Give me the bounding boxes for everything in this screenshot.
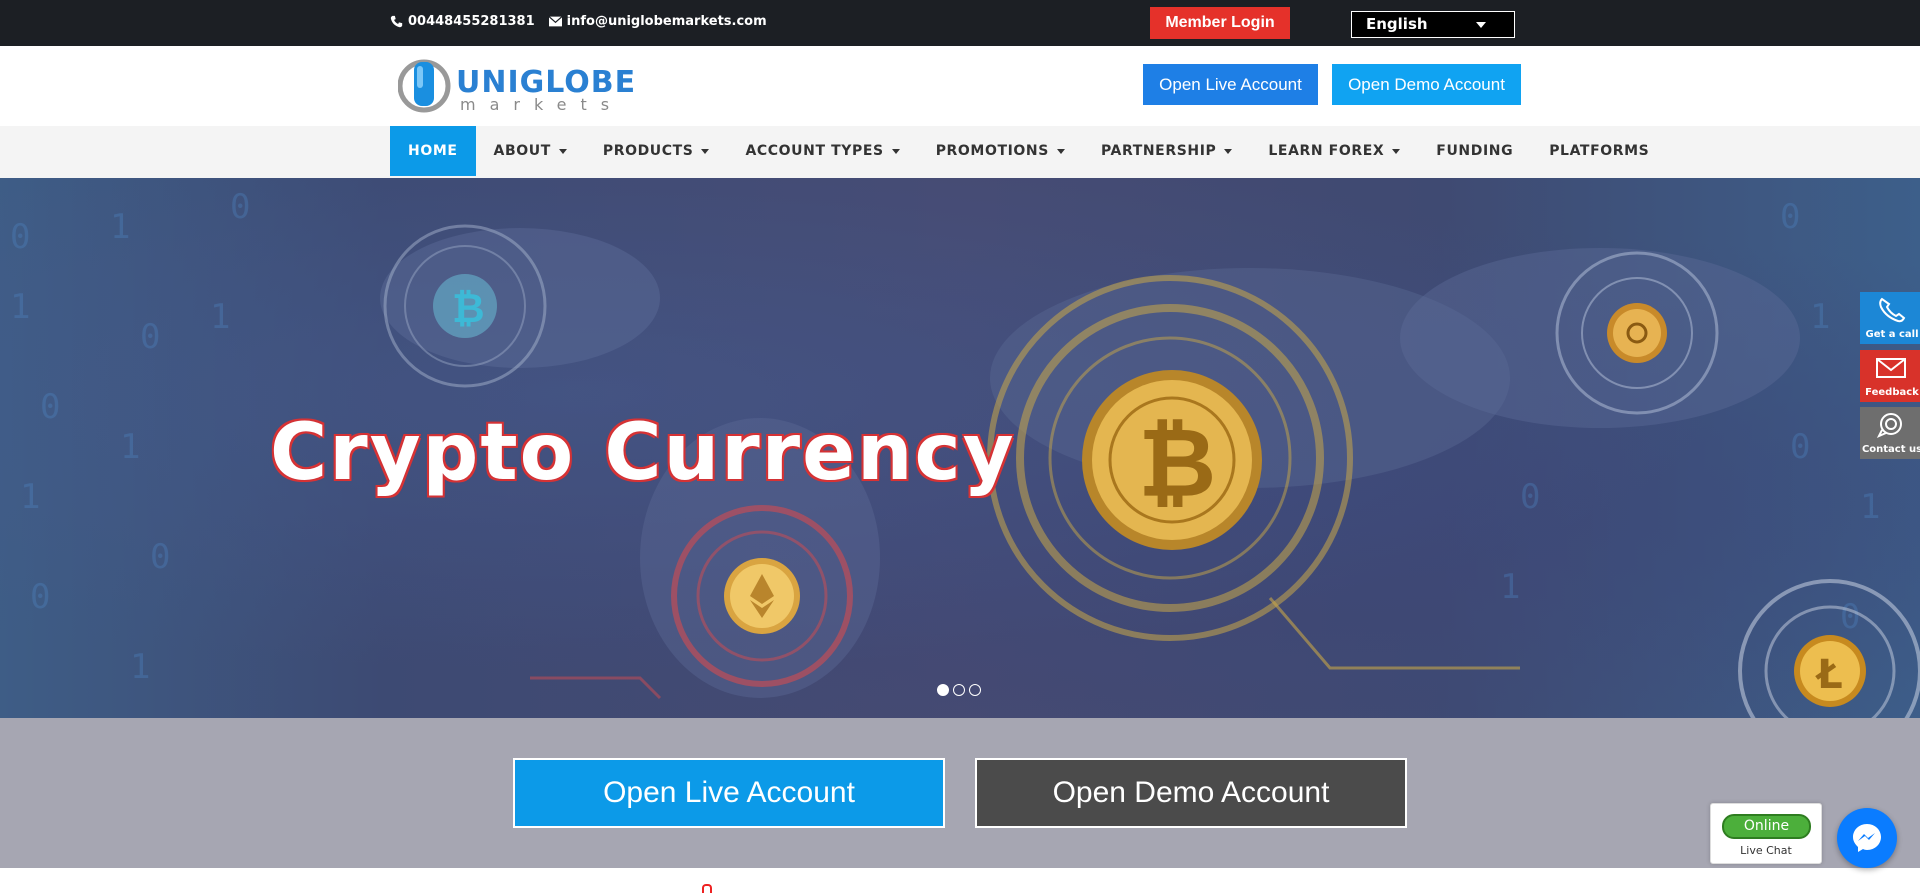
svg-text:₿: ₿ <box>1138 407 1216 519</box>
nav-item-platforms[interactable]: PLATFORMS <box>1531 126 1667 176</box>
cta-band: Open Live Account Open Demo Account <box>0 718 1920 868</box>
svg-text:0: 0 <box>230 187 250 227</box>
svg-text:0: 0 <box>150 537 170 577</box>
phone-icon <box>390 15 403 28</box>
live-chat-widget[interactable]: Online Live Chat <box>1710 803 1822 864</box>
nav-item-funding[interactable]: FUNDING <box>1418 126 1531 176</box>
caret-down-icon <box>1392 148 1401 154</box>
header-open-live-account-button[interactable]: Open Live Account <box>1143 64 1318 105</box>
svg-text:1: 1 <box>110 207 130 247</box>
ripple-coin-icon <box>1555 251 1719 415</box>
svg-text:₿: ₿ <box>452 286 485 332</box>
caret-down-icon <box>701 148 710 154</box>
envelope-icon <box>548 16 562 27</box>
chat-bubble-icon <box>1876 413 1902 438</box>
content-area <box>0 868 1920 893</box>
slider-dot[interactable] <box>937 684 949 696</box>
nav-item-learn-forex[interactable]: LEARN FOREX <box>1250 126 1418 176</box>
phone-contact[interactable]: 00448455281381 <box>390 14 535 29</box>
feedback-widget[interactable]: Feedback <box>1860 350 1920 402</box>
online-status-badge: Online <box>1722 814 1811 839</box>
contact-us-widget[interactable]: Contact us <box>1860 407 1920 459</box>
uniglobe-logo[interactable]: UNIGLOBE markets <box>398 58 658 114</box>
svg-text:0: 0 <box>140 317 160 357</box>
nav-item-about[interactable]: ABOUT <box>476 126 585 176</box>
messenger-icon <box>1853 824 1881 852</box>
svg-text:0: 0 <box>40 387 60 427</box>
svg-text:0: 0 <box>30 577 50 617</box>
email-address: info@uniglobemarkets.com <box>566 14 767 29</box>
open-live-account-button[interactable]: Open Live Account <box>513 758 945 828</box>
live-chat-label: Live Chat <box>1740 844 1792 857</box>
get-a-call-widget[interactable]: Get a call <box>1860 292 1920 344</box>
svg-text:1: 1 <box>130 647 150 687</box>
envelope-icon <box>1876 358 1906 378</box>
hero-title: Crypto Currency <box>270 408 1016 498</box>
caret-down-icon <box>1056 148 1065 154</box>
svg-text:1: 1 <box>1500 567 1520 607</box>
svg-text:0: 0 <box>10 217 30 257</box>
litecoin-coin-icon: Ł <box>1738 579 1920 718</box>
slider-dot[interactable] <box>969 684 981 696</box>
slider-dot[interactable] <box>953 684 965 696</box>
nav-item-partnership[interactable]: PARTNERSHIP <box>1083 126 1250 176</box>
nav-item-home[interactable]: HOME <box>390 126 476 176</box>
phone-icon <box>1879 297 1906 323</box>
member-login-button[interactable]: Member Login <box>1150 7 1290 39</box>
header-open-demo-account-button[interactable]: Open Demo Account <box>1332 64 1521 105</box>
svg-text:markets: markets <box>460 95 623 114</box>
language-select[interactable]: English <box>1351 11 1515 38</box>
svg-text:0: 0 <box>1780 197 1800 237</box>
nav-item-promotions[interactable]: PROMOTIONS <box>918 126 1083 176</box>
contact-info: 00448455281381 info@uniglobemarkets.com <box>390 14 773 29</box>
svg-text:1: 1 <box>1810 297 1830 337</box>
language-value: English <box>1366 15 1428 33</box>
nav-item-products[interactable]: PRODUCTS <box>585 126 728 176</box>
caret-down-icon <box>558 148 567 154</box>
svg-text:1: 1 <box>10 287 30 327</box>
svg-text:1: 1 <box>20 477 40 517</box>
section-icon <box>702 884 712 893</box>
main-nav: HOME ABOUT PRODUCTS ACCOUNT TYPES PROMOT… <box>0 126 1920 178</box>
svg-text:0: 0 <box>1520 477 1540 517</box>
svg-text:1: 1 <box>120 427 140 467</box>
svg-text:Ł: Ł <box>1815 652 1843 698</box>
open-demo-account-button[interactable]: Open Demo Account <box>975 758 1407 828</box>
nav-item-account-types[interactable]: ACCOUNT TYPES <box>727 126 917 176</box>
site-header: UNIGLOBE markets Open Live Account Open … <box>0 46 1920 126</box>
messenger-button[interactable] <box>1837 808 1897 868</box>
svg-text:0: 0 <box>1790 427 1810 467</box>
svg-text:1: 1 <box>1860 487 1880 527</box>
slider-dots <box>937 684 981 696</box>
svg-text:1: 1 <box>210 297 230 337</box>
phone-number: 00448455281381 <box>408 14 535 29</box>
svg-text:0: 0 <box>1840 597 1860 637</box>
caret-down-icon <box>1224 148 1233 154</box>
caret-down-icon <box>1476 22 1486 28</box>
top-bar: 00448455281381 info@uniglobemarkets.com … <box>0 0 1920 46</box>
hero-slider[interactable]: 0 1 0 1 0 1 0 1 0 1 0 1 0 1 0 1 0 1 0 ₿ ₿ Ł Crypto Cur… <box>0 178 1920 718</box>
caret-down-icon <box>891 148 900 154</box>
email-contact[interactable]: info@uniglobemarkets.com <box>548 14 767 29</box>
